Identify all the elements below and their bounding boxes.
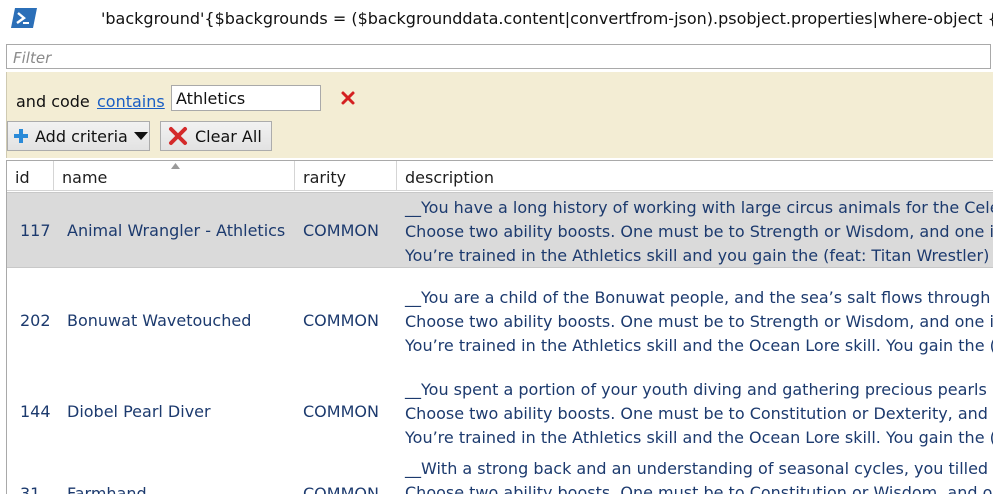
column-header-rarity[interactable]: rarity bbox=[295, 161, 397, 190]
clear-icon bbox=[169, 127, 187, 145]
plus-icon bbox=[14, 129, 28, 143]
column-header-id[interactable]: id bbox=[7, 161, 54, 190]
description-line: __You have a long history of working wit… bbox=[405, 198, 993, 217]
description-line: Choose two ability boosts. One must be t… bbox=[405, 483, 993, 494]
clear-all-button[interactable]: Clear All bbox=[160, 121, 272, 151]
description-line: __You spent a portion of your youth divi… bbox=[405, 380, 993, 399]
row-description: __With a strong back and an understandin… bbox=[405, 457, 993, 494]
row-rarity: COMMON bbox=[303, 311, 379, 330]
powershell-icon bbox=[11, 8, 37, 28]
sort-ascending-icon bbox=[171, 163, 180, 169]
chevron-down-icon bbox=[133, 132, 148, 140]
row-rarity: COMMON bbox=[303, 221, 379, 240]
row-name: Diobel Pearl Diver bbox=[67, 402, 211, 421]
row-name: Animal Wrangler - Athletics bbox=[67, 221, 286, 240]
filter-input[interactable] bbox=[7, 45, 990, 68]
criteria-panel: and code contains Add criteria Clear All bbox=[6, 72, 993, 158]
remove-criteria-icon[interactable] bbox=[340, 90, 356, 106]
row-name: Bonuwat Wavetouched bbox=[67, 311, 252, 330]
criteria-value-input[interactable] bbox=[171, 85, 321, 111]
row-rarity: COMMON bbox=[303, 402, 379, 421]
column-header-description[interactable]: description bbox=[397, 161, 993, 190]
row-description: __You spent a portion of your youth divi… bbox=[405, 378, 993, 450]
grid-header: id name rarity description bbox=[7, 161, 993, 191]
add-criteria-label: Add criteria bbox=[35, 126, 128, 146]
description-line: You’re trained in the Athletics skill an… bbox=[405, 428, 993, 447]
description-line: Choose two ability boosts. One must be t… bbox=[405, 222, 993, 241]
add-criteria-button[interactable]: Add criteria bbox=[7, 121, 150, 151]
description-line: You’re trained in the Athletics skill an… bbox=[405, 336, 993, 355]
description-line: Choose two ability boosts. One must be t… bbox=[405, 404, 993, 423]
criteria-operator-link[interactable]: contains bbox=[97, 92, 165, 111]
description-line: You’re trained in the Athletics skill an… bbox=[405, 246, 993, 265]
window-title: 'background'{$backgrounds = ($background… bbox=[101, 9, 993, 28]
clear-all-label: Clear All bbox=[195, 126, 262, 146]
description-line: __With a strong back and an understandin… bbox=[405, 459, 993, 478]
row-id: 144 bbox=[20, 402, 51, 421]
results-grid: id name rarity description 117 Animal Wr… bbox=[6, 160, 993, 494]
table-row[interactable]: 31 Farmhand COMMON __With a strong back … bbox=[7, 456, 993, 494]
row-description: __You are a child of the Bonuwat people,… bbox=[405, 286, 993, 358]
description-line: Choose two ability boosts. One must be t… bbox=[405, 312, 993, 331]
table-row[interactable]: 117 Animal Wrangler - Athletics COMMON _… bbox=[7, 192, 993, 268]
table-row[interactable]: 144 Diobel Pearl Diver COMMON __You spen… bbox=[7, 372, 993, 452]
description-line: __You are a child of the Bonuwat people,… bbox=[405, 288, 993, 307]
title-bar: 'background'{$backgrounds = ($background… bbox=[0, 0, 993, 40]
criteria-field-label: and code bbox=[16, 92, 90, 111]
row-id: 117 bbox=[20, 221, 51, 240]
row-id: 202 bbox=[20, 311, 51, 330]
filter-box bbox=[6, 44, 991, 69]
row-description: __You have a long history of working wit… bbox=[405, 196, 993, 268]
table-row[interactable]: 202 Bonuwat Wavetouched COMMON __You are… bbox=[7, 281, 993, 361]
